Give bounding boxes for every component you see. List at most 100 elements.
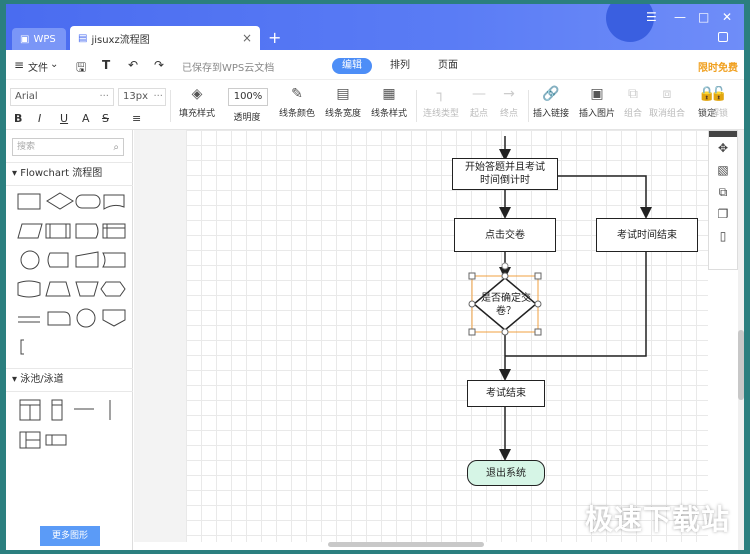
chevron-down-icon[interactable]: ⌄ (50, 59, 58, 70)
app-window: ▣ WPS ▤ jisuxz流程图 × + ☰ — □ ✕ ≡ 文件 ⌄ 🖫 T… (6, 4, 744, 550)
flow-node-end-exam[interactable]: 考试结束 (467, 380, 545, 407)
vertical-scrollbar[interactable] (738, 130, 744, 550)
wps-logo-icon: ▣ (20, 33, 30, 45)
close-window-icon[interactable]: ✕ (722, 10, 732, 24)
line-color-button[interactable]: ✎ 线条颜色 (272, 86, 322, 119)
font-size-select[interactable]: 13px ··· (118, 88, 166, 106)
font-family-select[interactable]: Arial ··· (10, 88, 114, 106)
copy-icon[interactable]: ❐ (709, 203, 737, 225)
flowchart-shapes[interactable] (6, 186, 133, 366)
unlock-label: 解锁 (710, 109, 729, 119)
save-status: 已保存到WPS云文档 (182, 63, 275, 74)
toolbar: Arial ··· 13px ··· B I U A S ≡ ◈ 填充样式 10… (6, 80, 744, 130)
tab-document-label: jisuxz流程图 (91, 34, 150, 46)
section-swimlane-label: 泳池/泳道 (20, 374, 64, 385)
line-style-button[interactable]: ▦ 线条样式 (364, 86, 414, 119)
divider (170, 90, 171, 122)
scroll-thumb[interactable] (738, 330, 744, 400)
line-width-button[interactable]: ▤ 线条宽度 (318, 86, 368, 119)
window-mode-icon[interactable] (718, 32, 728, 42)
more-icon: ··· (99, 91, 109, 102)
section-swimlane[interactable]: ▾ 泳池/泳道 (6, 368, 133, 392)
font-color-icon[interactable]: A (82, 112, 90, 125)
flow-node-submit[interactable]: 点击交卷 (454, 218, 556, 252)
line-style-label: 线条样式 (370, 109, 407, 119)
save-icon[interactable]: 🖫 (76, 58, 86, 79)
tab-wps-label: WPS (33, 33, 56, 45)
page-icon[interactable]: ▯ (709, 225, 737, 247)
insert-link-label: 插入链接 (532, 109, 569, 119)
opacity-value: 100% (233, 91, 263, 102)
tab-page[interactable]: 页面 (428, 58, 468, 74)
section-flowchart[interactable]: ▾ Flowchart 流程图 (6, 162, 133, 186)
pen-icon: ✎ (291, 86, 303, 102)
group-label: 组合 (623, 109, 642, 119)
caret-down-icon: ▾ (12, 168, 18, 179)
line-color-label: 线条颜色 (278, 109, 315, 119)
rotate-handle[interactable] (501, 262, 509, 270)
format-painter-icon[interactable]: T (102, 58, 110, 72)
export-icon[interactable]: ⧉ (709, 181, 737, 203)
file-menu[interactable]: 文件 (28, 59, 48, 74)
strikethrough-icon[interactable]: S (102, 112, 109, 125)
shape-search-input[interactable]: 搜索 ⌕ (12, 138, 124, 156)
drawing-page[interactable]: 开始答题并且考试 时间倒计时 点击交卷 考试时间结束 是否确定交 卷？ 考试结束… (186, 130, 708, 542)
more-icon: ··· (153, 91, 163, 102)
paint-bucket-icon: ◈ (191, 86, 203, 102)
node-submit-text: 点击交卷 (485, 229, 525, 241)
opacity-label: 透明度 (233, 113, 261, 123)
ungroup-label: 取消组合 (648, 109, 685, 119)
menu-icon[interactable]: ☰ (646, 10, 657, 24)
end-point-label: 终点 (499, 109, 518, 119)
line-style-icon: ▦ (382, 86, 396, 102)
tab-document[interactable]: ▤ jisuxz流程图 × (70, 26, 260, 50)
link-icon: 🔗 (542, 86, 560, 102)
node-exit-text: 退出系统 (486, 467, 526, 479)
node-end-exam-text: 考试结束 (486, 388, 526, 399)
image-icon[interactable]: ▧ (709, 159, 737, 181)
opacity-button[interactable]: 透明度 (222, 110, 272, 123)
italic-icon[interactable]: I (38, 112, 41, 125)
connectors (468, 136, 652, 461)
horizontal-scrollbar[interactable] (328, 542, 484, 547)
tab-wps[interactable]: ▣ WPS (12, 28, 66, 50)
font-family-value: Arial (15, 91, 38, 102)
search-placeholder: 搜索 (17, 142, 36, 152)
font-size-value: 13px (123, 91, 148, 102)
flow-node-exit[interactable]: 退出系统 (467, 460, 545, 486)
unlock-icon: 🔓 (710, 86, 728, 102)
tab-arrange[interactable]: 排列 (380, 58, 420, 74)
node-timeout-text: 考试时间结束 (617, 229, 677, 241)
maximize-icon[interactable]: □ (698, 10, 709, 24)
unlock-button[interactable]: 🔓 解锁 (710, 86, 744, 119)
node-decision-text: 是否确定交 卷？ (481, 293, 531, 317)
underline-icon[interactable]: U (60, 112, 68, 125)
caret-down-icon: ▾ (12, 374, 18, 385)
minimize-icon[interactable]: — (674, 10, 686, 24)
flow-node-start[interactable]: 开始答题并且考试 时间倒计时 (452, 158, 558, 190)
fill-style-button[interactable]: ◈ 填充样式 (172, 86, 222, 119)
flow-node-timeout[interactable]: 考试时间结束 (596, 218, 698, 252)
watermark-logo: 极速下载站 (584, 503, 730, 536)
line-width-label: 线条宽度 (324, 109, 361, 119)
align-icon[interactable]: ≡ (132, 112, 141, 125)
insert-link-button[interactable]: 🔗 插入链接 (526, 86, 576, 119)
opacity-input[interactable]: 100% (228, 88, 268, 106)
fill-style-label: 填充样式 (178, 109, 215, 119)
free-badge[interactable]: 限时免费 (698, 59, 738, 74)
new-tab-icon[interactable]: + (268, 28, 281, 47)
more-shapes-button[interactable]: 更多图形 (40, 526, 100, 546)
right-tool-strip: ✥ ▧ ⧉ ❐ ▯ (708, 130, 738, 270)
navigate-icon[interactable]: ✥ (709, 137, 737, 159)
redo-icon[interactable]: ↷ (154, 58, 164, 72)
tab-edit[interactable]: 编辑 (332, 58, 372, 74)
search-icon: ⌕ (113, 142, 119, 153)
bold-icon[interactable]: B (14, 112, 22, 125)
swimlane-shapes[interactable] (6, 392, 133, 472)
undo-icon[interactable]: ↶ (128, 58, 138, 72)
edge-n1-n3[interactable] (558, 175, 652, 219)
close-tab-icon[interactable]: × (242, 31, 252, 45)
hamburger-icon[interactable]: ≡ (14, 58, 24, 72)
flowchart-doc-icon: ▤ (78, 32, 88, 44)
section-flowchart-label: Flowchart 流程图 (20, 168, 103, 179)
